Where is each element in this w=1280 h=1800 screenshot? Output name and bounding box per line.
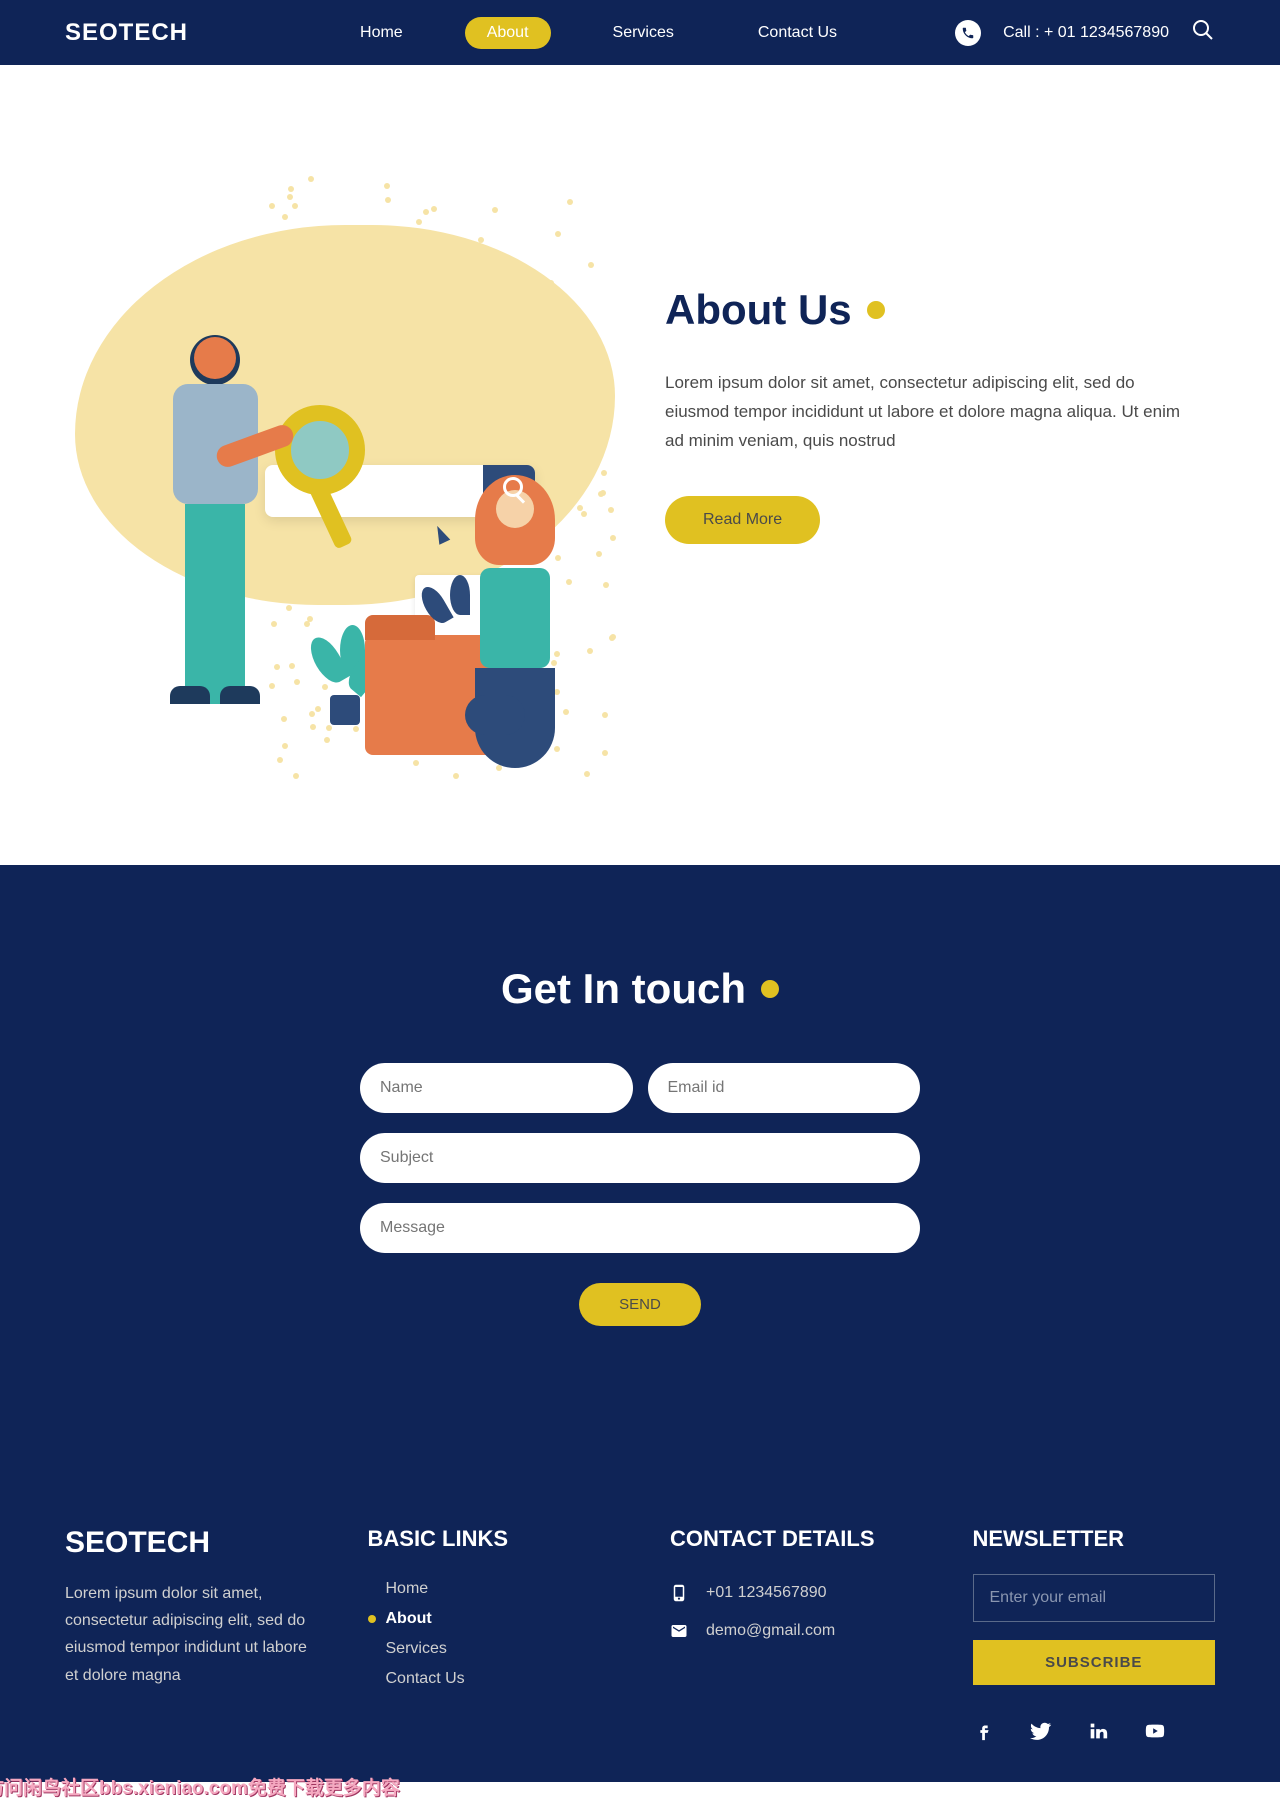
contact-email[interactable]: demo@gmail.com: [670, 1612, 913, 1650]
main-header: SEOTECH Home About Services Contact Us C…: [0, 0, 1280, 65]
search-icon[interactable]: [1191, 18, 1215, 47]
youtube-icon[interactable]: [1144, 1720, 1166, 1742]
footer-link-label: About: [386, 1610, 432, 1628]
contact-email-text: demo@gmail.com: [706, 1622, 835, 1640]
nav-about[interactable]: About: [465, 17, 551, 49]
newsletter-input[interactable]: [973, 1574, 1216, 1622]
bullet-icon: [368, 1615, 376, 1623]
read-more-button[interactable]: Read More: [665, 496, 820, 544]
envelope-icon: [670, 1622, 688, 1640]
contact-form: SEND: [360, 1063, 920, 1326]
contact-phone[interactable]: +01 1234567890: [670, 1574, 913, 1612]
footer-link-label: Contact Us: [386, 1670, 465, 1688]
footer-link-label: Home: [386, 1580, 429, 1598]
footer-link-about[interactable]: About: [368, 1604, 611, 1634]
about-illustration: [65, 145, 625, 685]
about-content: About Us Lorem ipsum dolor sit amet, con…: [665, 286, 1185, 544]
footer-news-title: NEWSLETTER: [973, 1526, 1216, 1552]
subscribe-button[interactable]: SUBSCRIBE: [973, 1640, 1216, 1685]
footer-desc: Lorem ipsum dolor sit amet, consectetur …: [65, 1580, 308, 1689]
illus-person-left: [155, 335, 275, 695]
footer-link-home[interactable]: Home: [368, 1574, 611, 1604]
illus-plant-2: [415, 565, 475, 645]
about-title-text: About Us: [665, 286, 852, 334]
name-input[interactable]: [360, 1063, 633, 1113]
call-label[interactable]: Call : + 01 1234567890: [1003, 24, 1169, 42]
watermark-text: 访问闲鸟社区bbs.xieniao.com免费下载更多内容: [0, 1773, 400, 1800]
call-area: Call : + 01 1234567890: [955, 18, 1215, 47]
primary-nav: Home About Services Contact Us: [338, 17, 859, 49]
footer-newsletter-col: NEWSLETTER SUBSCRIBE: [973, 1526, 1216, 1742]
message-input[interactable]: [360, 1203, 920, 1253]
contact-title-text: Get In touch: [501, 965, 746, 1013]
illus-magnify-icon: [275, 405, 365, 495]
twitter-icon[interactable]: [1030, 1720, 1052, 1742]
mobile-icon: [670, 1584, 688, 1602]
email-input[interactable]: [648, 1063, 921, 1113]
nav-home[interactable]: Home: [338, 17, 425, 49]
nav-contact[interactable]: Contact Us: [736, 17, 859, 49]
footer-link-services[interactable]: Services: [368, 1634, 611, 1664]
footer-links-list: Home About Services Contact Us: [368, 1574, 611, 1694]
footer-contact-title: CONTACT DETAILS: [670, 1526, 913, 1552]
accent-dot-icon: [761, 980, 779, 998]
accent-dot-icon: [867, 301, 885, 319]
footer: SEOTECH Lorem ipsum dolor sit amet, cons…: [0, 1446, 1280, 1782]
send-button[interactable]: SEND: [579, 1283, 701, 1326]
about-section: About Us Lorem ipsum dolor sit amet, con…: [0, 65, 1280, 865]
phone-icon[interactable]: [955, 20, 981, 46]
footer-link-contact[interactable]: Contact Us: [368, 1664, 611, 1694]
footer-links-title: BASIC LINKS: [368, 1526, 611, 1552]
contact-section: Get In touch SEND: [0, 865, 1280, 1446]
contact-phone-text: +01 1234567890: [706, 1584, 827, 1602]
footer-brand-col: SEOTECH Lorem ipsum dolor sit amet, cons…: [65, 1526, 308, 1742]
footer-logo[interactable]: SEOTECH: [65, 1526, 308, 1560]
facebook-icon[interactable]: [973, 1720, 995, 1742]
about-body: Lorem ipsum dolor sit amet, consectetur …: [665, 369, 1185, 456]
footer-contact-col: CONTACT DETAILS +01 1234567890 demo@gmai…: [670, 1526, 913, 1742]
brand-logo[interactable]: SEOTECH: [65, 19, 188, 47]
footer-link-label: Services: [386, 1640, 447, 1658]
nav-services[interactable]: Services: [591, 17, 696, 49]
about-title: About Us: [665, 286, 1185, 334]
social-links: [973, 1720, 1216, 1742]
footer-links-col: BASIC LINKS Home About Services Contact …: [368, 1526, 611, 1742]
contact-title: Get In touch: [501, 965, 779, 1013]
linkedin-icon[interactable]: [1087, 1720, 1109, 1742]
subject-input[interactable]: [360, 1133, 920, 1183]
